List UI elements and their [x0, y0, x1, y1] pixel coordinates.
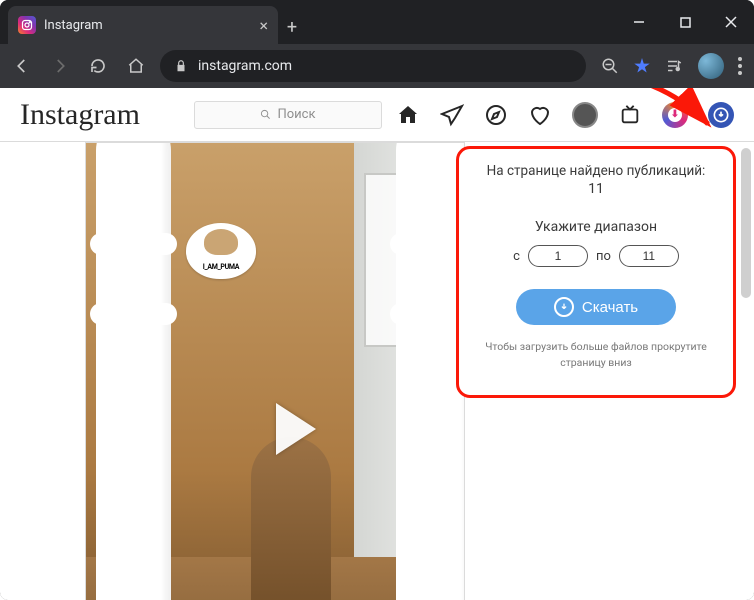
browser-toolbar: instagram.com	[0, 44, 754, 88]
instagram-logo[interactable]: Instagram	[20, 98, 140, 132]
instagram-nav: ⬇	[396, 102, 734, 128]
url-text: instagram.com	[198, 58, 292, 74]
from-label: с	[513, 249, 520, 264]
extension-download-button[interactable]	[708, 102, 734, 128]
zoom-icon[interactable]	[596, 52, 624, 80]
tab-close-icon[interactable]: ×	[259, 16, 268, 35]
page-content: Instagram Поиск ⬇	[0, 88, 754, 600]
download-button[interactable]: Скачать	[516, 289, 676, 325]
messages-icon[interactable]	[440, 103, 464, 127]
reload-button[interactable]	[84, 52, 112, 80]
download-button-label: Скачать	[582, 299, 638, 316]
range-label: Укажите диапазон	[535, 219, 657, 235]
close-window-button[interactable]	[708, 0, 754, 44]
browser-window: Instagram × + instagram.com Instagr	[0, 0, 754, 600]
range-row: с по	[513, 245, 679, 267]
to-label: по	[596, 249, 611, 264]
found-count: 11	[588, 181, 604, 197]
search-input[interactable]: Поиск	[194, 101, 382, 129]
downloader-popup: На странице найдено публикаций: 11 Укажи…	[456, 146, 736, 398]
range-to-input[interactable]	[619, 245, 679, 267]
bookmark-star-icon[interactable]	[634, 58, 650, 74]
lock-icon	[174, 59, 188, 73]
search-placeholder: Поиск	[277, 107, 315, 122]
profile-avatar[interactable]	[698, 53, 724, 79]
home-button[interactable]	[122, 52, 150, 80]
forward-button[interactable]	[46, 52, 74, 80]
igtv-icon[interactable]	[618, 103, 642, 127]
account-watermark: I_AM_PUMA	[186, 223, 256, 279]
tab-title: Instagram	[44, 18, 103, 33]
video-post[interactable]: I_AM_PUMA	[85, 142, 465, 600]
search-icon	[260, 109, 271, 120]
scene-cat	[251, 437, 331, 600]
back-button[interactable]	[8, 52, 36, 80]
activity-heart-icon[interactable]	[528, 103, 552, 127]
browser-menu-button[interactable]	[734, 53, 746, 79]
maximize-button[interactable]	[662, 0, 708, 44]
page-scrollbar[interactable]	[741, 148, 751, 298]
hint-text: Чтобы загрузить больше файлов прокрутите…	[471, 339, 721, 371]
browser-tab[interactable]: Instagram ×	[8, 6, 278, 44]
instagram-favicon-icon	[18, 16, 36, 34]
home-icon[interactable]	[396, 103, 420, 127]
baluster-right	[396, 142, 465, 600]
titlebar: Instagram × +	[0, 0, 754, 44]
found-label: На странице найдено публикаций:	[487, 163, 706, 179]
new-tab-button[interactable]: +	[278, 10, 306, 44]
download-icon	[554, 297, 574, 317]
minimize-button[interactable]	[616, 0, 662, 44]
address-bar[interactable]: instagram.com	[160, 50, 586, 82]
extension-downloader-icon[interactable]: ⬇	[662, 102, 688, 128]
baluster-left	[96, 142, 171, 600]
music-queue-icon[interactable]	[660, 52, 688, 80]
play-icon[interactable]	[276, 403, 316, 455]
window-controls	[616, 0, 754, 44]
range-from-input[interactable]	[528, 245, 588, 267]
profile-story-avatar[interactable]	[572, 102, 598, 128]
instagram-header: Instagram Поиск ⬇	[0, 88, 754, 142]
explore-icon[interactable]	[484, 103, 508, 127]
